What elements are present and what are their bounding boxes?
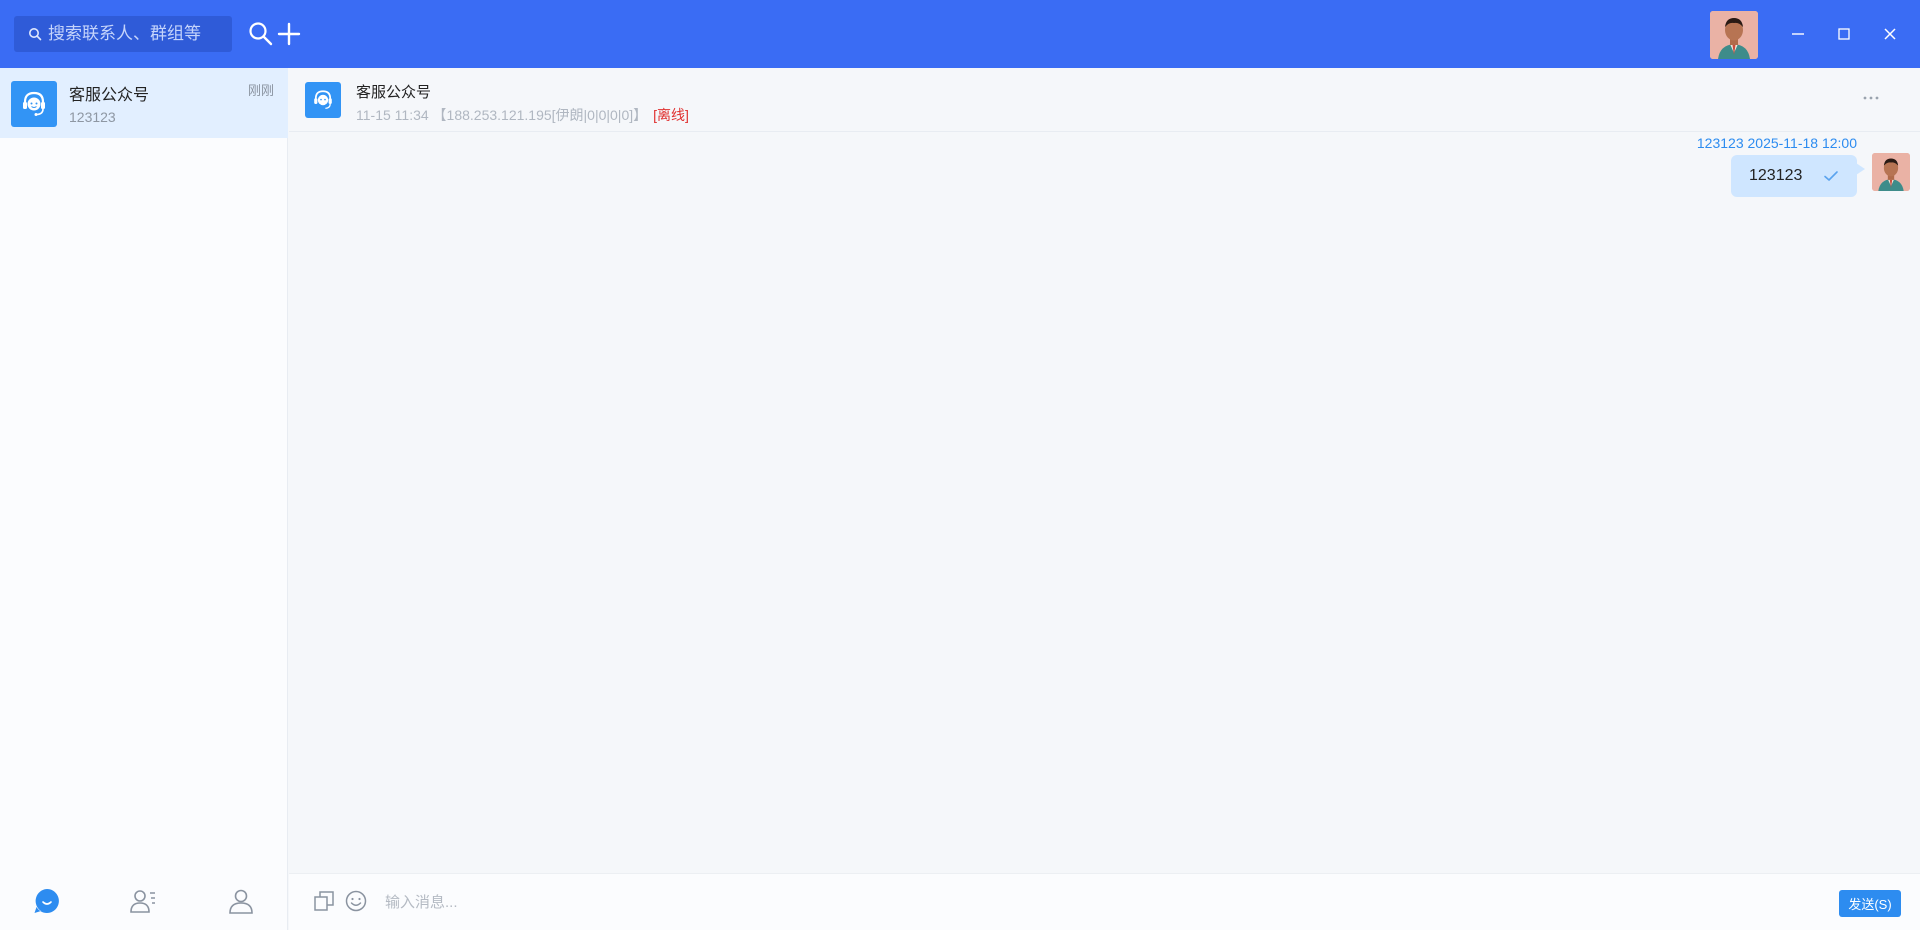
screenshot-button[interactable] — [311, 888, 337, 914]
profile-icon — [229, 889, 253, 914]
conversation-name: 客服公众号 — [69, 87, 150, 104]
user-avatar[interactable] — [1710, 11, 1758, 59]
headset-icon — [23, 91, 45, 116]
user-avatar-image — [1872, 153, 1910, 191]
nav-contacts-button[interactable] — [128, 886, 158, 916]
contacts-icon — [130, 890, 155, 913]
nav-chats-button[interactable] — [32, 886, 62, 916]
title-bar — [0, 0, 1920, 68]
more-button[interactable] — [1860, 90, 1884, 106]
conversation-time: 刚刚 — [247, 83, 274, 98]
add-button[interactable] — [276, 20, 302, 48]
plus-icon — [277, 22, 301, 46]
chat-header: 客服公众号 11-15 11:34 【188.253.121.195[伊朗|0|… — [289, 68, 1920, 132]
message-list: 123123 2025-11-18 12:00 123123 — [289, 133, 1920, 873]
conversation-sidebar: 客服公众号 刚刚 123123 — [0, 68, 288, 930]
send-button[interactable]: 发送(S) — [1839, 890, 1901, 917]
maximize-icon — [1838, 28, 1850, 40]
search-button[interactable] — [248, 20, 274, 48]
bottom-nav — [0, 872, 288, 930]
nav-profile-button[interactable] — [226, 886, 256, 916]
search-box[interactable] — [14, 16, 232, 52]
message-text: 123123 — [1749, 167, 1803, 184]
message-input[interactable] — [385, 888, 1685, 916]
search-icon — [29, 28, 42, 41]
minimize-button[interactable] — [1782, 18, 1814, 50]
read-check-icon — [1824, 171, 1838, 181]
maximize-button[interactable] — [1828, 18, 1860, 50]
message-sender-avatar[interactable] — [1872, 153, 1910, 191]
headset-icon — [314, 90, 332, 110]
close-icon — [1884, 28, 1896, 40]
message-meta: 123123 2025-11-18 12:00 — [1696, 135, 1857, 151]
more-icon — [1863, 96, 1879, 100]
user-avatar-image — [1710, 11, 1758, 59]
chat-avatar — [305, 82, 341, 118]
emoji-icon — [345, 890, 367, 912]
status-badge: [离线] — [653, 107, 689, 123]
chat-title: 客服公众号 — [356, 84, 432, 101]
search-icon — [249, 22, 273, 46]
chat-subtitle: 11-15 11:34 【188.253.121.195[伊朗|0|0|0|0]… — [356, 105, 689, 125]
minimize-icon — [1792, 33, 1804, 35]
conversation-item[interactable]: 客服公众号 刚刚 123123 — [0, 68, 288, 138]
conversation-preview: 123123 — [69, 109, 116, 125]
message-input-bar: 发送(S) — [289, 873, 1920, 930]
search-input[interactable] — [48, 24, 228, 44]
screenshot-icon — [314, 891, 334, 911]
close-button[interactable] — [1874, 18, 1906, 50]
conversation-avatar — [11, 81, 57, 127]
emoji-button[interactable] — [343, 888, 369, 914]
chat-icon — [34, 889, 59, 913]
message-bubble[interactable]: 123123 — [1731, 155, 1865, 197]
chat-login-info: 11-15 11:34 【188.253.121.195[伊朗|0|0|0|0]… — [356, 107, 648, 123]
